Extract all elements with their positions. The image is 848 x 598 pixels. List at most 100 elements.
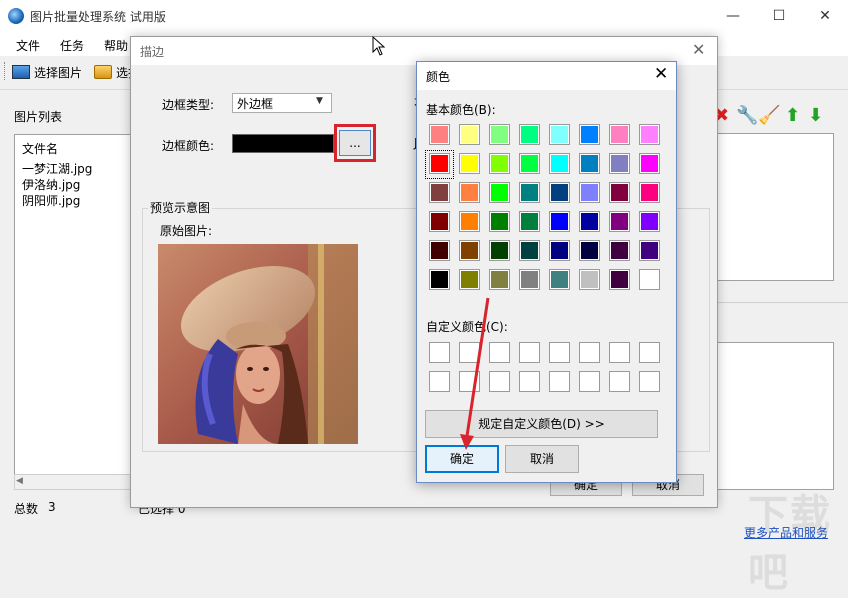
basic-color-swatch[interactable] — [519, 124, 540, 145]
custom-color-swatch[interactable] — [459, 342, 480, 363]
close-window-button[interactable]: ✕ — [802, 0, 848, 32]
main-window-title: 图片批量处理系统 试用版 — [30, 10, 166, 24]
preview-group-label: 预览示意图 — [148, 199, 213, 216]
custom-color-swatch[interactable] — [489, 342, 510, 363]
basic-color-swatch[interactable] — [639, 269, 660, 290]
select-image-button[interactable]: 选择图片 — [34, 64, 82, 81]
basic-color-swatch[interactable] — [609, 240, 630, 261]
list-item[interactable]: 一梦江湖.jpg — [22, 160, 92, 177]
basic-color-swatch[interactable] — [429, 124, 450, 145]
basic-color-swatch[interactable] — [459, 182, 480, 203]
basic-color-swatch[interactable] — [519, 211, 540, 232]
custom-color-swatch[interactable] — [429, 342, 450, 363]
custom-color-swatch[interactable] — [579, 342, 600, 363]
custom-color-swatch[interactable] — [489, 371, 510, 392]
image-icon[interactable] — [12, 65, 30, 79]
basic-color-swatch[interactable] — [459, 124, 480, 145]
menu-help[interactable]: 帮助 — [104, 37, 128, 54]
basic-color-swatch[interactable] — [639, 240, 660, 261]
basic-color-swatch[interactable] — [459, 153, 480, 174]
basic-color-swatch[interactable] — [549, 124, 570, 145]
basic-color-swatch[interactable] — [609, 269, 630, 290]
custom-color-swatch[interactable] — [549, 342, 570, 363]
color-dialog-cancel-button[interactable]: 取消 — [505, 445, 579, 473]
up-arrow-icon[interactable]: ⬆ — [785, 106, 800, 126]
color-dialog-close-icon[interactable]: ✕ — [654, 64, 668, 84]
basic-color-swatch[interactable] — [489, 182, 510, 203]
color-dialog-ok-button[interactable]: 确定 — [425, 445, 499, 473]
chevron-down-icon[interactable]: ▼ — [316, 96, 323, 106]
app-logo-icon — [8, 8, 24, 24]
border-dialog-close-icon[interactable]: ✕ — [692, 40, 705, 59]
basic-color-swatch[interactable] — [579, 269, 600, 290]
basic-color-swatch[interactable] — [459, 211, 480, 232]
minimize-button[interactable]: — — [710, 0, 756, 32]
custom-color-swatch[interactable] — [519, 371, 540, 392]
list-item[interactable]: 伊洛纳.jpg — [22, 176, 80, 193]
maximize-button[interactable]: ☐ — [756, 0, 802, 32]
choose-color-button[interactable]: ... — [339, 130, 371, 156]
basic-color-swatch[interactable] — [549, 269, 570, 290]
down-arrow-icon[interactable]: ⬇ — [808, 106, 823, 126]
basic-color-swatch[interactable] — [639, 153, 660, 174]
menu-file[interactable]: 文件 — [16, 37, 40, 54]
basic-color-swatch[interactable] — [609, 153, 630, 174]
basic-color-swatch[interactable] — [579, 153, 600, 174]
custom-color-swatch[interactable] — [429, 371, 450, 392]
basic-color-swatch[interactable] — [549, 240, 570, 261]
basic-color-swatch[interactable] — [519, 182, 540, 203]
basic-color-swatch[interactable] — [459, 240, 480, 261]
basic-color-swatch[interactable] — [549, 153, 570, 174]
file-list-header[interactable]: 文件名 — [22, 140, 58, 157]
more-products-link[interactable]: 更多产品和服务 — [744, 524, 828, 541]
basic-color-swatch[interactable] — [459, 269, 480, 290]
total-count-label: 总数 — [14, 502, 39, 516]
basic-color-swatch[interactable] — [549, 182, 570, 203]
basic-color-swatch[interactable] — [519, 153, 540, 174]
custom-color-swatch[interactable] — [459, 371, 480, 392]
border-color-label: 边框颜色: — [162, 139, 215, 153]
define-custom-colors-button[interactable]: 规定自定义颜色(D) >> — [425, 410, 658, 438]
basic-color-swatch[interactable] — [489, 269, 510, 290]
basic-color-swatch[interactable] — [579, 124, 600, 145]
basic-color-swatch[interactable] — [579, 240, 600, 261]
basic-color-swatch[interactable] — [489, 211, 510, 232]
basic-color-swatch[interactable] — [489, 240, 510, 261]
basic-color-swatch[interactable] — [549, 211, 570, 232]
basic-color-swatch[interactable] — [609, 182, 630, 203]
wrench-icon[interactable]: 🔧 — [736, 106, 758, 126]
list-item[interactable]: 阴阳师.jpg — [22, 192, 80, 209]
folder-icon[interactable] — [94, 65, 112, 79]
custom-color-swatch[interactable] — [639, 371, 660, 392]
basic-color-swatch[interactable] — [609, 124, 630, 145]
basic-color-swatch[interactable] — [489, 153, 510, 174]
basic-color-swatch[interactable] — [429, 211, 450, 232]
border-type-label: 边框类型: — [162, 98, 215, 112]
toolbar-grip[interactable] — [4, 62, 7, 80]
basic-color-swatch[interactable] — [429, 269, 450, 290]
basic-color-swatch[interactable] — [579, 211, 600, 232]
basic-color-swatch[interactable] — [579, 182, 600, 203]
basic-color-swatch[interactable] — [519, 240, 540, 261]
custom-color-swatch[interactable] — [609, 342, 630, 363]
custom-color-swatch[interactable] — [579, 371, 600, 392]
scroll-left-icon[interactable]: ◀ — [16, 476, 23, 486]
horizontal-scrollbar[interactable] — [14, 474, 132, 490]
basic-color-swatch[interactable] — [639, 124, 660, 145]
basic-color-swatch[interactable] — [639, 211, 660, 232]
custom-color-swatch[interactable] — [519, 342, 540, 363]
basic-color-swatch[interactable] — [429, 240, 450, 261]
broom-icon[interactable]: 🧹 — [758, 106, 780, 126]
basic-color-swatch[interactable] — [609, 211, 630, 232]
basic-color-swatch[interactable] — [489, 124, 510, 145]
custom-color-swatch[interactable] — [609, 371, 630, 392]
basic-color-swatch[interactable] — [519, 269, 540, 290]
custom-color-swatch[interactable] — [639, 342, 660, 363]
color-dialog-title-bar — [417, 62, 676, 90]
border-color-swatch — [232, 134, 334, 153]
menu-task[interactable]: 任务 — [60, 37, 84, 54]
file-list-title: 图片列表 — [14, 110, 63, 124]
basic-color-swatch[interactable] — [429, 182, 450, 203]
custom-color-swatch[interactable] — [549, 371, 570, 392]
basic-color-swatch[interactable] — [639, 182, 660, 203]
